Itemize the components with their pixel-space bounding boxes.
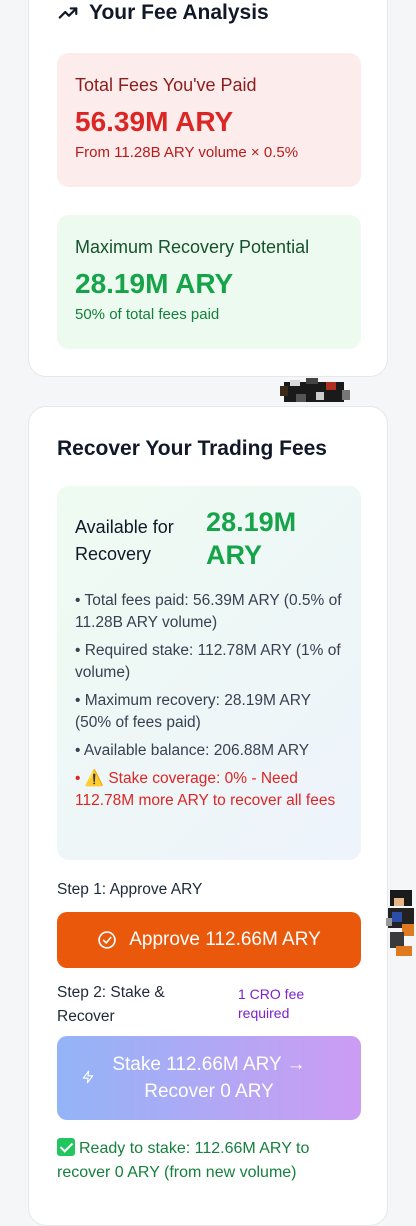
recovery-summary-box: Available for Recovery 28.19M ARY • Tota… <box>57 486 361 860</box>
fee-analysis-card: Your Fee Analysis Total Fees You've Paid… <box>28 0 388 377</box>
recovery-details-list: • Total fees paid: 56.39M ARY (0.5% of 1… <box>75 590 343 812</box>
available-value: 28.19M ARY <box>206 507 297 570</box>
max-recovery-detail: 50% of total fees paid <box>75 306 220 323</box>
list-item: • Available balance: 206.88M ARY <box>75 742 310 759</box>
list-item: • Maximum recovery: 28.19M ARY (50% of f… <box>75 692 311 731</box>
list-item: • Total fees paid: 56.39M ARY (0.5% of 1… <box>75 592 342 631</box>
step1-label: Step 1: Approve ARY <box>57 881 203 898</box>
lightning-icon <box>82 1070 94 1084</box>
available-label: Available for Recovery <box>75 517 174 564</box>
stake-recover-button[interactable]: Stake 112.66M ARY → Recover 0 ARY <box>57 1036 361 1120</box>
cro-fee-note: 1 CRO fee required <box>238 986 305 1021</box>
pixel-sprite-image <box>280 378 350 402</box>
approve-button[interactable]: Approve 112.66M ARY <box>57 912 361 968</box>
total-fees-box: Total Fees You've Paid 56.39M ARY From 1… <box>57 53 361 187</box>
step2-label: Step 2: Stake & Recover <box>57 984 165 1025</box>
recover-title: Recover Your Trading Fees <box>57 437 327 460</box>
max-recovery-label: Maximum Recovery Potential <box>75 237 310 257</box>
trending-up-icon <box>58 7 78 19</box>
total-fees-detail: From 11.28B ARY volume × 0.5% <box>75 144 299 161</box>
list-item: • Required stake: 112.78M ARY (1% of vol… <box>75 642 341 681</box>
checkmark-icon <box>57 1138 75 1156</box>
pixel-character-image <box>386 890 414 956</box>
ready-status-text: Ready to stake: 112.66M ARY to recover 0… <box>57 1140 310 1181</box>
stake-coverage-warning: • ⚠️ Stake coverage: 0% - Need 112.78M m… <box>75 770 336 809</box>
approve-button-label: Approve 112.66M ARY <box>129 929 321 950</box>
fee-analysis-title: Your Fee Analysis <box>57 1 269 25</box>
recover-fees-card: Recover Your Trading Fees Available for … <box>28 406 388 1226</box>
total-fees-label: Total Fees You've Paid <box>75 75 257 95</box>
max-recovery-box: Maximum Recovery Potential 28.19M ARY 50… <box>57 215 361 349</box>
check-circle-icon <box>98 931 116 949</box>
total-fees-value: 56.39M ARY <box>75 106 234 137</box>
fee-analysis-title-text: Your Fee Analysis <box>89 1 269 24</box>
stake-button-label: Stake 112.66M ARY → Recover 0 ARY <box>112 1054 306 1102</box>
max-recovery-value: 28.19M ARY <box>75 268 234 299</box>
ready-status: Ready to stake: 112.66M ARY to recover 0… <box>57 1137 357 1185</box>
